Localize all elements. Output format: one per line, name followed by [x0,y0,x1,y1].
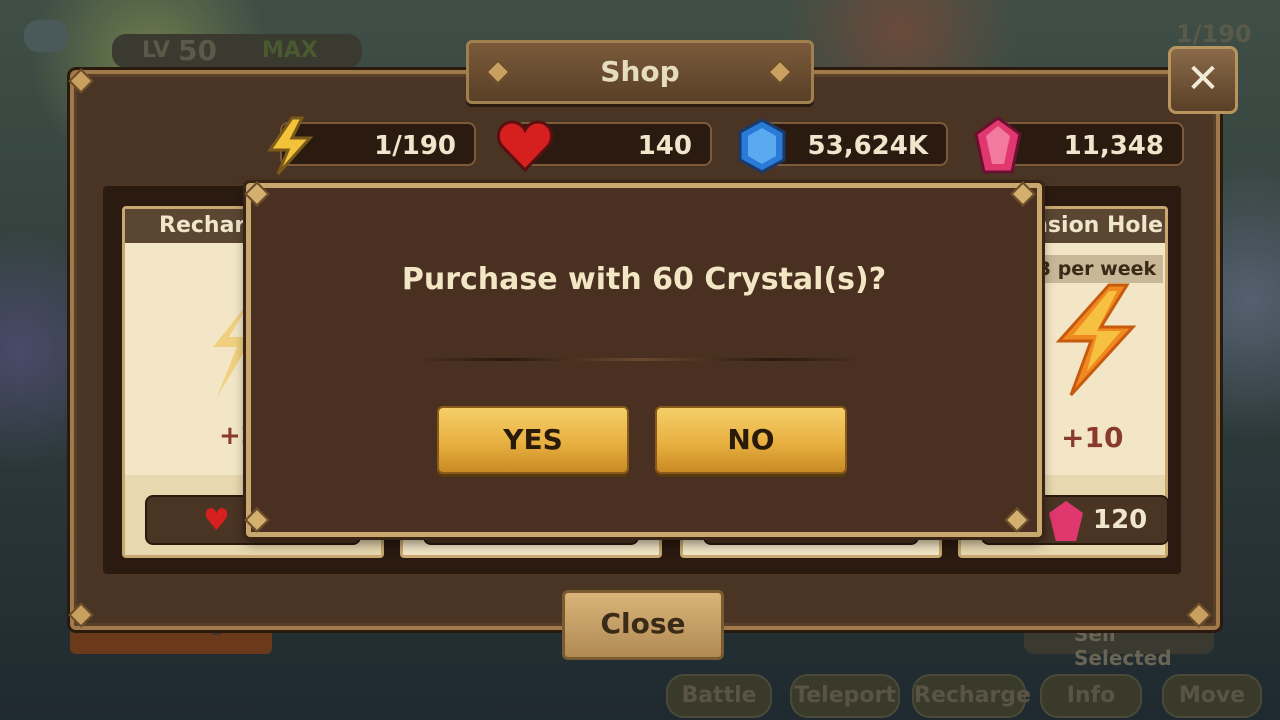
energy-count: 1/190 [374,131,456,161]
mana-count: 53,624K [807,131,928,161]
mana-stone-icon [734,116,790,176]
heart-icon: ♥ [203,503,230,538]
shop-title-plate: Shop [466,40,814,104]
tab-recharge[interactable]: Recharge [912,674,1031,718]
close-icon: ✕ [1186,56,1220,102]
title-diamond-right [767,59,793,85]
close-x-button[interactable]: ✕ [1168,46,1238,114]
yes-button[interactable]: YES [437,406,629,474]
tab-move[interactable]: Move [1162,674,1262,718]
crystals-count: 11,348 [1063,131,1164,161]
tab-battle[interactable]: Battle [666,674,772,718]
no-button[interactable]: NO [655,406,847,474]
level-badge: LV 50 MAX [112,34,362,68]
title-diamond-left [485,59,511,85]
card-title: Recharg [159,213,262,238]
hearts-count: 140 [637,131,692,161]
card-price: 120 [1093,505,1148,535]
tab-teleport[interactable]: Teleport [790,674,900,718]
energy-icon [262,116,318,176]
card-amount: +10 [1061,421,1124,454]
level-value: 50 [178,34,217,67]
tab-info[interactable]: Info [1040,674,1142,718]
card-sublabel: 3 per week [1031,255,1163,283]
energy-top-counter: 1/190 [1176,20,1252,48]
shop-title: Shop [600,55,680,88]
close-button[interactable]: Close [562,590,724,660]
energy-icon [1051,283,1137,397]
chat-icon[interactable] [24,20,68,52]
crystal-icon [1049,501,1083,541]
level-label: LV [142,38,171,63]
dialog-divider [416,358,862,361]
crystal-icon [972,116,1024,176]
heart-icon [496,118,554,174]
purchase-question: Purchase with 60 Crystal(s)? [401,262,887,297]
level-max: MAX [262,38,318,63]
